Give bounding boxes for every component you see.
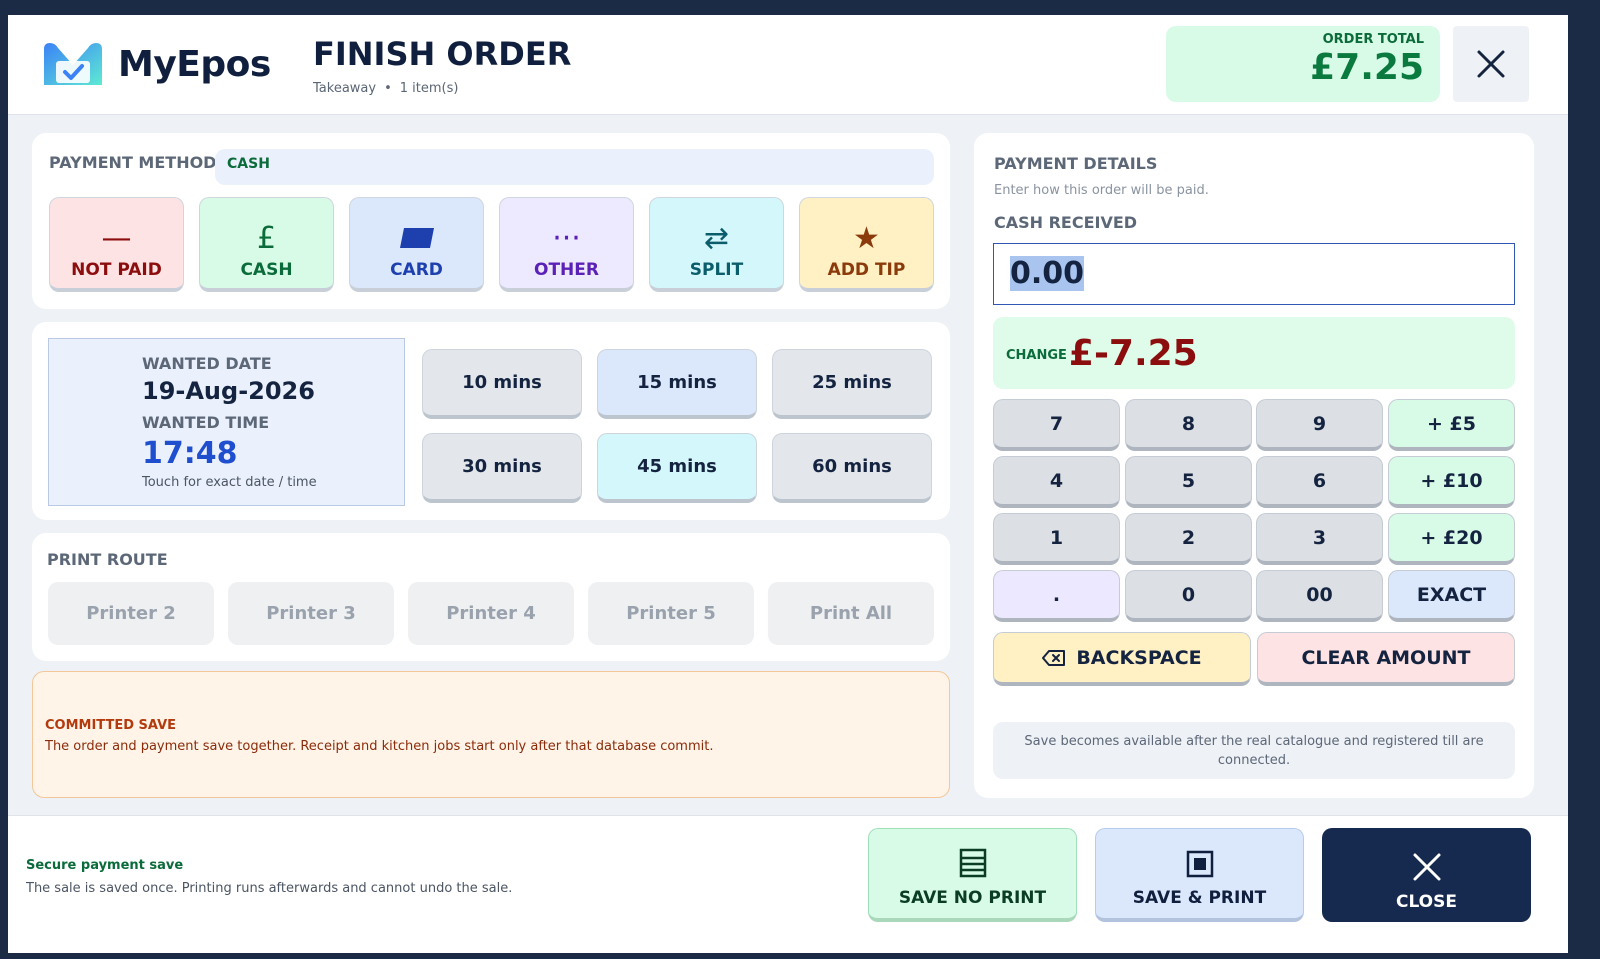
keypad-key-button[interactable]: + £10 bbox=[1388, 456, 1515, 508]
item-count: 1 item(s) bbox=[399, 81, 459, 96]
swap-icon: ⇄ bbox=[703, 220, 730, 256]
more-icon: ··· bbox=[552, 220, 581, 256]
myepos-logo-icon bbox=[44, 43, 102, 85]
current-payment-method: CASH bbox=[215, 149, 934, 185]
close-label: CLOSE bbox=[1395, 892, 1457, 912]
finish-order-dialog: MyEpos FINISH ORDER Takeaway • 1 item(s)… bbox=[8, 15, 1568, 953]
payment-details-subtitle: Enter how this order will be paid. bbox=[994, 183, 1209, 198]
payment-method-label: CARD bbox=[390, 260, 443, 280]
change-label: CHANGE bbox=[1006, 347, 1067, 363]
wanted-preset-60-mins-button[interactable]: 60 mins bbox=[772, 433, 932, 503]
cash-received-value: 0.00 bbox=[1010, 256, 1085, 291]
wanted-preset-15-mins-button[interactable]: 15 mins bbox=[597, 349, 757, 419]
payment-method-label: PAYMENT METHOD bbox=[49, 153, 217, 172]
wanted-date-label: WANTED DATE bbox=[142, 354, 272, 373]
keypad-key-button[interactable]: 1 bbox=[993, 513, 1120, 565]
backspace-icon bbox=[1042, 649, 1066, 666]
keypad-key-button[interactable]: EXACT bbox=[1388, 570, 1515, 622]
order-total-value: £7.25 bbox=[1310, 47, 1424, 88]
change-value: £-7.25 bbox=[1068, 332, 1198, 374]
payment-method-card-button[interactable]: CARD bbox=[349, 197, 484, 292]
clear-amount-button[interactable]: CLEAR AMOUNT bbox=[1257, 632, 1515, 686]
save-availability-notice: Save becomes available after the real ca… bbox=[993, 722, 1515, 779]
dialog-footer: Secure payment save The sale is saved on… bbox=[8, 815, 1568, 953]
payment-method-cash-button[interactable]: £ CASH bbox=[199, 197, 334, 292]
keypad-key-button[interactable]: 9 bbox=[1256, 399, 1383, 451]
print-route-label: PRINT ROUTE bbox=[47, 550, 168, 569]
wanted-time-label: WANTED TIME bbox=[142, 413, 270, 432]
save-and-print-label: SAVE & PRINT bbox=[1132, 888, 1267, 908]
payment-method-label: NOT PAID bbox=[71, 260, 162, 280]
subtitle-separator: • bbox=[384, 81, 392, 96]
close-button[interactable]: CLOSE bbox=[1322, 828, 1531, 922]
print-route-printer-4-button[interactable]: Printer 4 bbox=[408, 582, 574, 645]
printer-icon bbox=[1186, 850, 1213, 878]
save-and-print-button[interactable]: SAVE & PRINT bbox=[1095, 828, 1304, 922]
save-no-print-label: SAVE NO PRINT bbox=[898, 888, 1047, 908]
card-icon bbox=[398, 216, 436, 260]
wanted-preset-30-mins-button[interactable]: 30 mins bbox=[422, 433, 582, 503]
close-dialog-button[interactable] bbox=[1453, 26, 1529, 102]
payment-method-label: ADD TIP bbox=[827, 260, 906, 280]
secure-save-text: The sale is saved once. Printing runs af… bbox=[26, 881, 513, 896]
order-type: Takeaway bbox=[313, 81, 377, 96]
wanted-preset-25-mins-button[interactable]: 25 mins bbox=[772, 349, 932, 419]
dialog-header: MyEpos FINISH ORDER Takeaway • 1 item(s)… bbox=[8, 15, 1568, 115]
keypad-key-button[interactable]: 00 bbox=[1256, 570, 1383, 622]
wanted-date-value: 19-Aug-2026 bbox=[142, 377, 315, 405]
payment-method-split-button[interactable]: ⇄ SPLIT bbox=[649, 197, 784, 292]
payment-method-other-button[interactable]: ··· OTHER bbox=[499, 197, 634, 292]
close-icon bbox=[1477, 50, 1505, 78]
payment-method-not-paid-button[interactable]: — NOT PAID bbox=[49, 197, 184, 292]
cash-received-input[interactable]: 0.00 bbox=[993, 243, 1515, 305]
keypad-key-button[interactable]: 0 bbox=[1125, 570, 1252, 622]
order-total-box: ORDER TOTAL £7.25 bbox=[1166, 26, 1440, 102]
keypad-key-button[interactable]: 2 bbox=[1125, 513, 1252, 565]
pound-icon: £ bbox=[256, 220, 277, 256]
payment-details-title: PAYMENT DETAILS bbox=[994, 154, 1158, 173]
print-route-printer-3-button[interactable]: Printer 3 bbox=[228, 582, 394, 645]
wanted-preset-10-mins-button[interactable]: 10 mins bbox=[422, 349, 582, 419]
keypad-key-button[interactable]: + £20 bbox=[1388, 513, 1515, 565]
save-no-print-button[interactable]: SAVE NO PRINT bbox=[868, 828, 1077, 922]
wanted-date-time-picker[interactable]: WANTED DATE 19-Aug-2026 WANTED TIME 17:4… bbox=[48, 338, 405, 506]
cash-received-label: CASH RECEIVED bbox=[994, 213, 1138, 232]
wanted-hint: Touch for exact date / time bbox=[142, 475, 317, 490]
keypad-key-button[interactable]: 8 bbox=[1125, 399, 1252, 451]
brand-logo: MyEpos bbox=[40, 39, 271, 89]
payment-method-label: SPLIT bbox=[689, 260, 744, 280]
wanted-preset-45-mins-button[interactable]: 45 mins bbox=[597, 433, 757, 503]
committed-save-title: COMMITTED SAVE bbox=[45, 718, 177, 733]
page-title: FINISH ORDER bbox=[313, 35, 572, 73]
keypad-key-button[interactable]: 6 bbox=[1256, 456, 1383, 508]
print-route-print-all-button[interactable]: Print All bbox=[768, 582, 934, 645]
star-icon: ★ bbox=[853, 220, 880, 256]
committed-save-text: The order and payment save together. Rec… bbox=[45, 739, 714, 754]
order-total-label: ORDER TOTAL bbox=[1322, 32, 1424, 47]
change-display: CHANGE £-7.25 bbox=[993, 317, 1515, 389]
receipt-icon bbox=[959, 848, 986, 878]
backspace-label: BACKSPACE bbox=[1076, 646, 1202, 669]
keypad-key-button[interactable]: + £5 bbox=[1388, 399, 1515, 451]
keypad-key-button[interactable]: 3 bbox=[1256, 513, 1383, 565]
keypad-key-button[interactable]: 7 bbox=[993, 399, 1120, 451]
keypad-key-button[interactable]: . bbox=[993, 570, 1120, 622]
clear-amount-label: CLEAR AMOUNT bbox=[1301, 646, 1471, 669]
close-icon bbox=[1413, 853, 1440, 881]
payment-method-label: OTHER bbox=[534, 260, 599, 280]
brand-name: MyEpos bbox=[118, 43, 271, 85]
keypad-key-button[interactable]: 4 bbox=[993, 456, 1120, 508]
order-subtitle: Takeaway • 1 item(s) bbox=[313, 81, 458, 96]
backspace-button[interactable]: BACKSPACE bbox=[993, 632, 1251, 686]
wanted-time-value: 17:48 bbox=[142, 436, 238, 471]
print-route-printer-5-button[interactable]: Printer 5 bbox=[588, 582, 754, 645]
payment-method-label: CASH bbox=[240, 260, 293, 280]
print-route-printer-2-button[interactable]: Printer 2 bbox=[48, 582, 214, 645]
keypad-key-button[interactable]: 5 bbox=[1125, 456, 1252, 508]
payment-method-add-tip-button[interactable]: ★ ADD TIP bbox=[799, 197, 934, 292]
dash-icon: — bbox=[101, 220, 132, 256]
secure-save-title: Secure payment save bbox=[26, 858, 184, 873]
committed-save-notice: COMMITTED SAVE The order and payment sav… bbox=[32, 671, 950, 798]
